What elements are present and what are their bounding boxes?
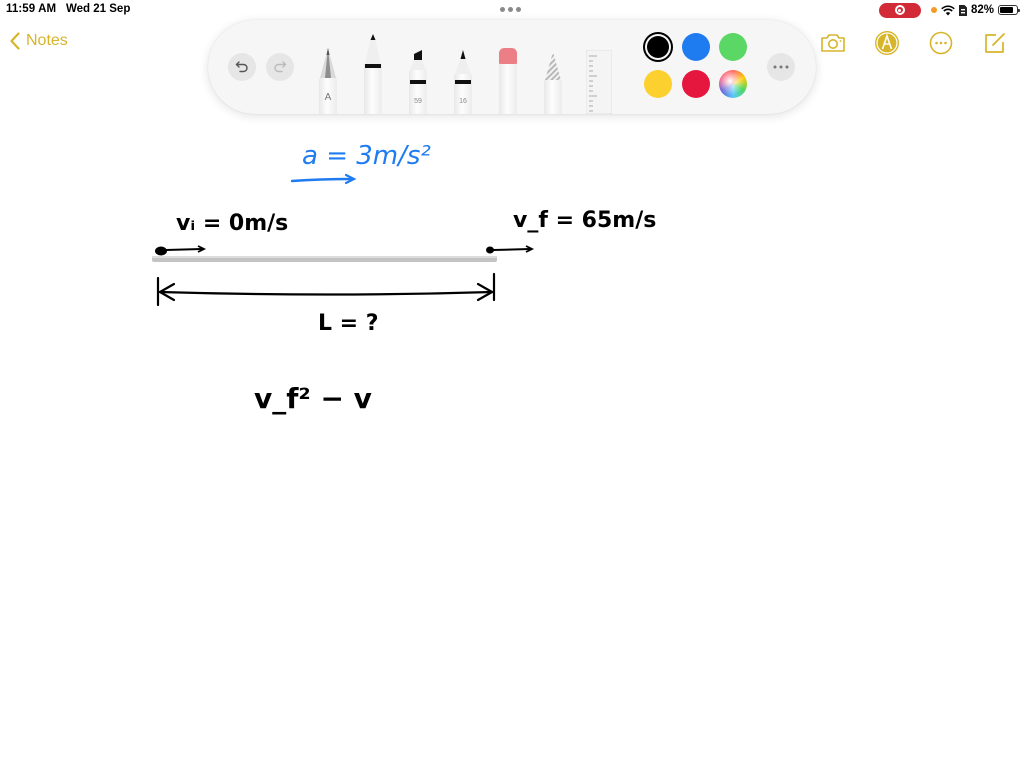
camera-icon	[821, 34, 845, 52]
status-time: 11:59 AM	[6, 3, 57, 15]
acceleration-label: a = 3m/s²	[302, 141, 431, 171]
undo-icon	[235, 61, 248, 73]
multitasking-handle-icon[interactable]	[500, 7, 524, 13]
final-velocity-label: v_f = 65m/s	[513, 208, 656, 233]
more-icon	[929, 31, 953, 55]
equation-partial: v_f² − v	[254, 382, 372, 415]
screen-recording-icon[interactable]	[878, 2, 921, 18]
back-label: Notes	[26, 32, 68, 49]
orange-indicator-dot	[930, 7, 937, 13]
pen-tip-icon	[365, 34, 381, 64]
drawing-canvas[interactable]: a = 3m/s² vᵢ = 0m/s v_f = 65m/s L = ? v_…	[0, 120, 1024, 768]
pencil-tool[interactable]: A	[319, 48, 337, 114]
distance-label: L = ?	[318, 311, 379, 336]
ruler-icon	[585, 49, 613, 115]
camera-button[interactable]	[820, 30, 846, 56]
eraser-tool[interactable]	[499, 48, 517, 114]
redo-icon	[274, 61, 287, 73]
initial-velocity-arrow	[165, 245, 207, 253]
battery-icon	[998, 5, 1020, 15]
lasso-tool[interactable]	[544, 52, 562, 114]
fineliner-width-label: 16	[459, 98, 467, 105]
more-options-button[interactable]	[928, 30, 954, 56]
pencil-label: A	[324, 92, 332, 103]
fineliner-tool[interactable]: 16	[454, 50, 472, 114]
color-green[interactable]	[719, 33, 747, 61]
acceleration-arrow	[290, 173, 357, 185]
wifi-icon	[941, 4, 955, 15]
distance-dimension	[156, 272, 496, 307]
initial-velocity-label: vᵢ = 0m/s	[176, 211, 288, 236]
pen-tool[interactable]	[364, 34, 382, 114]
sim-icon	[958, 4, 967, 16]
tool-palette: A 59 16	[208, 20, 816, 115]
status-bar: 11:59 AM Wed 21 Sep 82%	[0, 0, 1024, 20]
track-highlight	[152, 256, 497, 258]
compose-button[interactable]	[982, 30, 1008, 56]
color-black[interactable]	[647, 36, 669, 58]
status-date: Wed 21 Sep	[66, 3, 131, 15]
chevron-left-icon	[10, 32, 20, 50]
palette-more-button[interactable]	[767, 53, 795, 81]
marker-tool[interactable]: 59	[409, 50, 427, 114]
color-red[interactable]	[682, 70, 710, 98]
status-indicators: 82%	[878, 2, 1020, 18]
undo-button[interactable]	[228, 53, 256, 81]
compose-icon	[985, 33, 1005, 53]
color-blue[interactable]	[682, 33, 710, 61]
ruler-tool[interactable]	[585, 49, 613, 115]
handwriting-layer: a = 3m/s² vᵢ = 0m/s v_f = 65m/s L = ? v_…	[152, 141, 656, 415]
redo-button[interactable]	[266, 53, 294, 81]
color-picker-multicolor[interactable]	[719, 70, 747, 98]
fineliner-tip-icon	[455, 50, 471, 74]
markup-icon	[875, 31, 899, 55]
back-to-notes-button[interactable]: Notes	[10, 32, 68, 50]
marker-tip-icon	[410, 50, 426, 70]
marker-width-label: 59	[414, 98, 422, 105]
more-icon	[773, 65, 789, 69]
color-yellow[interactable]	[644, 70, 672, 98]
battery-percent: 82%	[970, 4, 994, 16]
eraser-tip-icon	[499, 48, 517, 64]
lasso-tip-icon	[545, 52, 561, 80]
markup-button[interactable]	[874, 30, 900, 56]
final-velocity-arrow	[492, 245, 535, 253]
pencil-tip-icon	[320, 48, 336, 78]
nav-actions	[820, 30, 1008, 56]
start-point	[155, 246, 167, 256]
